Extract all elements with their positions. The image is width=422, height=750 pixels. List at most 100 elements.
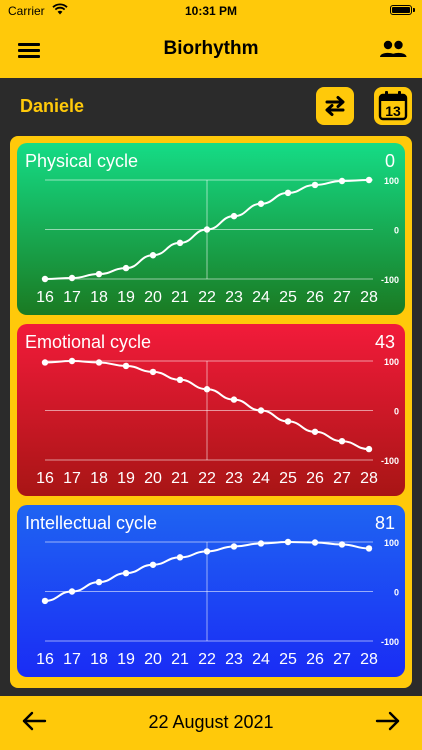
data-point — [338, 541, 346, 548]
arrow-right-icon[interactable] — [374, 710, 402, 732]
data-point — [149, 368, 157, 376]
data-point — [41, 597, 49, 605]
x-tick-label: 25 — [279, 470, 297, 487]
x-tick-label: 16 — [36, 470, 54, 487]
swap-arrows-icon — [325, 96, 345, 116]
x-tick-label: 24 — [252, 651, 270, 668]
y-tick-label: 100 — [384, 357, 399, 367]
data-point — [284, 418, 292, 425]
data-point — [311, 539, 319, 546]
people-icon[interactable] — [378, 38, 408, 62]
cycles-panel: 100 0 -100 16 17 18 19 20 21 22 23 24 25 26 27 28 Physi… — [10, 136, 412, 688]
date-bar: 22 August 2021 — [0, 696, 422, 750]
x-tick-label: 24 — [252, 289, 270, 306]
data-point — [338, 177, 346, 185]
x-tick-label: 28 — [360, 289, 378, 306]
data-point — [68, 357, 76, 365]
x-tick-label: 16 — [36, 651, 54, 668]
intellectual-cycle-card[interactable]: 100 0 -100 16 17 18 19 20 21 22 23 24 25 26 27 28 Intel… — [17, 505, 405, 677]
data-point — [68, 274, 76, 282]
card-value: 43 — [374, 332, 395, 352]
x-tick-label: 23 — [225, 470, 243, 487]
card-title: Intellectual cycle — [25, 513, 158, 533]
card-title: Physical cycle — [25, 151, 139, 171]
x-tick-label: 19 — [117, 651, 135, 668]
x-tick-label: 28 — [360, 470, 378, 487]
x-tick-label: 21 — [171, 470, 189, 487]
x-tick-label: 28 — [360, 651, 378, 668]
data-point — [203, 226, 211, 233]
y-tick-label: 0 — [394, 588, 399, 598]
x-tick-label: 19 — [117, 470, 135, 487]
navigation-bar: Biorhythm — [0, 24, 422, 78]
x-tick-label: 27 — [333, 651, 351, 668]
physical-cycle-card[interactable]: 100 0 -100 16 17 18 19 20 21 22 23 24 25 26 27 28 Physi… — [17, 143, 405, 315]
x-tick-label: 20 — [144, 470, 162, 487]
data-point — [41, 275, 49, 283]
data-point — [41, 359, 49, 366]
y-tick-label: 100 — [384, 538, 399, 548]
data-point — [365, 545, 373, 552]
x-tick-label: 22 — [198, 651, 216, 668]
swap-button[interactable] — [316, 87, 354, 125]
x-tick-label: 17 — [63, 289, 81, 306]
clock: 10:31 PM — [184, 4, 238, 18]
data-point — [203, 548, 211, 555]
current-date: 22 August 2021 — [148, 712, 274, 732]
x-tick-label: 22 — [198, 470, 216, 487]
data-point — [122, 362, 130, 370]
x-tick-label: 24 — [252, 470, 270, 487]
data-point — [122, 569, 130, 577]
card-value: 81 — [374, 513, 395, 533]
user-name: Daniele — [20, 96, 85, 116]
x-tick-label: 25 — [279, 289, 297, 306]
data-point — [68, 588, 76, 595]
x-tick-label: 18 — [90, 289, 108, 306]
battery-icon — [390, 5, 415, 15]
card-title: Emotional cycle — [25, 332, 152, 352]
x-tick-label: 20 — [144, 289, 162, 306]
x-tick-label: 23 — [225, 289, 243, 306]
x-tick-label: 17 — [63, 651, 81, 668]
y-tick-label: -100 — [381, 637, 399, 647]
data-point — [365, 176, 373, 184]
data-point — [122, 264, 130, 272]
x-tick-label: 17 — [63, 470, 81, 487]
y-tick-label: -100 — [381, 456, 399, 466]
data-point — [257, 200, 265, 207]
data-point — [176, 376, 184, 384]
data-point — [149, 252, 157, 259]
calendar-button[interactable]: 13 — [374, 87, 412, 125]
data-point — [311, 181, 319, 189]
data-point — [149, 561, 157, 568]
data-point — [257, 540, 265, 547]
x-tick-label: 26 — [306, 470, 324, 487]
emotional-cycle-card[interactable]: 100 0 -100 16 17 18 19 20 21 22 23 24 25 26 27 28 Emoti… — [17, 324, 405, 496]
data-point — [284, 189, 292, 197]
card-value: 0 — [384, 151, 395, 171]
y-tick-label: 0 — [394, 226, 399, 236]
user-bar: Daniele 13 — [0, 78, 422, 136]
y-tick-label: 0 — [394, 407, 399, 417]
data-point — [365, 445, 373, 453]
x-tick-label: 18 — [90, 470, 108, 487]
x-tick-label: 21 — [171, 289, 189, 306]
x-tick-label: 27 — [333, 289, 351, 306]
data-point — [176, 554, 184, 561]
app-title: Biorhythm — [163, 38, 259, 59]
data-point — [176, 239, 184, 247]
x-tick-label: 20 — [144, 651, 162, 668]
x-tick-label: 25 — [279, 651, 297, 668]
data-point — [311, 428, 319, 435]
x-tick-label: 19 — [117, 289, 135, 306]
x-tick-label: 26 — [306, 289, 324, 306]
y-tick-label: 100 — [384, 176, 399, 186]
data-point — [230, 543, 238, 550]
calendar-icon: 13 — [378, 91, 408, 121]
data-point — [230, 212, 238, 220]
status-bar: Carrier 10:31 PM — [0, 0, 422, 24]
data-point — [95, 578, 103, 586]
x-tick-label: 23 — [225, 651, 243, 668]
x-tick-label: 21 — [171, 651, 189, 668]
data-point — [95, 270, 103, 278]
